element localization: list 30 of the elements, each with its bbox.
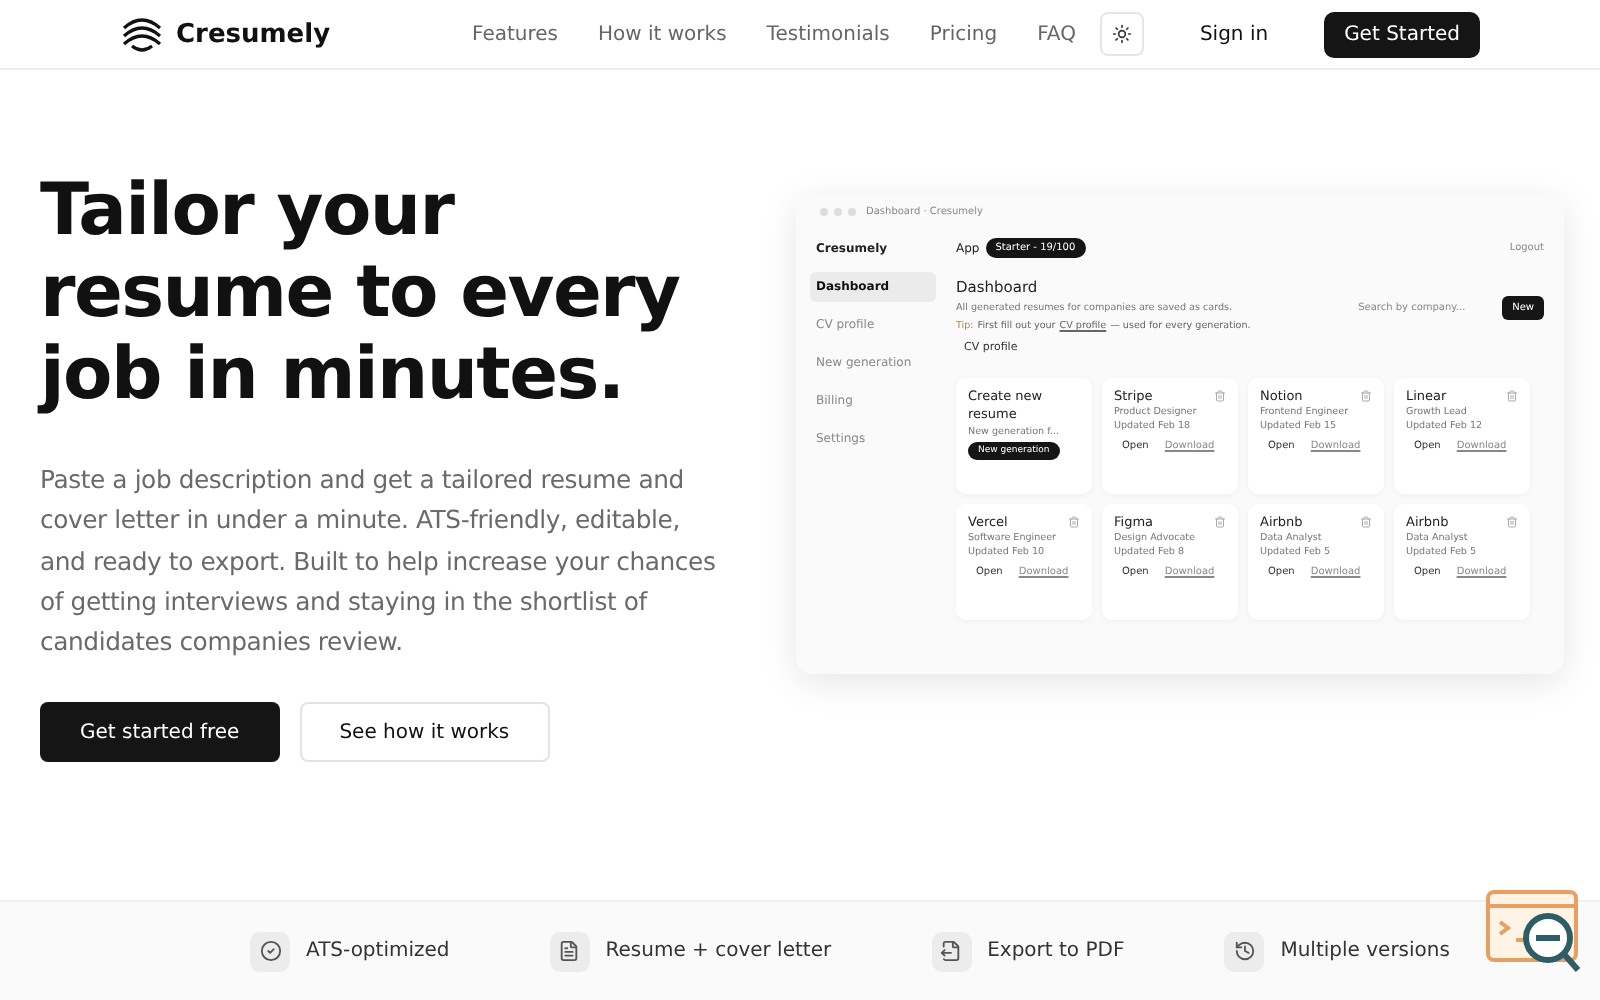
nav-link[interactable]: How it works xyxy=(598,23,727,45)
trash-icon[interactable] xyxy=(1360,390,1372,402)
trash-icon[interactable] xyxy=(1506,516,1518,528)
nav-link[interactable]: Pricing xyxy=(929,23,998,45)
get-started-button[interactable]: Get Started xyxy=(1324,11,1480,57)
see-how-it-works-button[interactable]: See how it works xyxy=(299,702,550,763)
nav-link[interactable]: Testimonials xyxy=(766,23,890,45)
check-icon xyxy=(250,931,290,971)
trash-icon[interactable] xyxy=(1214,516,1226,528)
brand-name: Cresumely xyxy=(176,19,331,49)
get-started-free-button[interactable]: Get started free xyxy=(40,702,280,763)
trash-icon[interactable] xyxy=(1360,516,1372,528)
export-icon xyxy=(931,931,972,971)
feature-label: ATS-optimized xyxy=(306,940,450,962)
sign-in-link[interactable]: Sign in xyxy=(1199,23,1269,45)
document-icon xyxy=(549,931,590,971)
trash-icon[interactable] xyxy=(1068,516,1080,528)
history-icon xyxy=(1224,931,1265,971)
feature-label: Resume + cover letter xyxy=(605,940,832,962)
trash-icon[interactable] xyxy=(1506,390,1518,402)
trash-icon[interactable] xyxy=(1214,390,1226,402)
logo-icon xyxy=(120,14,164,54)
theme-toggle-button[interactable] xyxy=(1099,12,1144,56)
hero-description: Paste a job description and get a tailored resume and cover letter in under a minute. ATS-friendly, editable, and ready to export. Built to help increase your chances of getting interviews and staying in the shortlist of candidates companies review. xyxy=(40,462,718,661)
nav-link[interactable]: FAQ xyxy=(1037,23,1076,45)
nav-link[interactable]: Features xyxy=(472,23,558,45)
hero-title: Tailor your resume to every job in minutes. xyxy=(40,170,682,416)
sun-icon xyxy=(1111,24,1132,44)
feature-label: Multiple versions xyxy=(1280,940,1450,962)
feature-label: Export to PDF xyxy=(987,940,1125,962)
